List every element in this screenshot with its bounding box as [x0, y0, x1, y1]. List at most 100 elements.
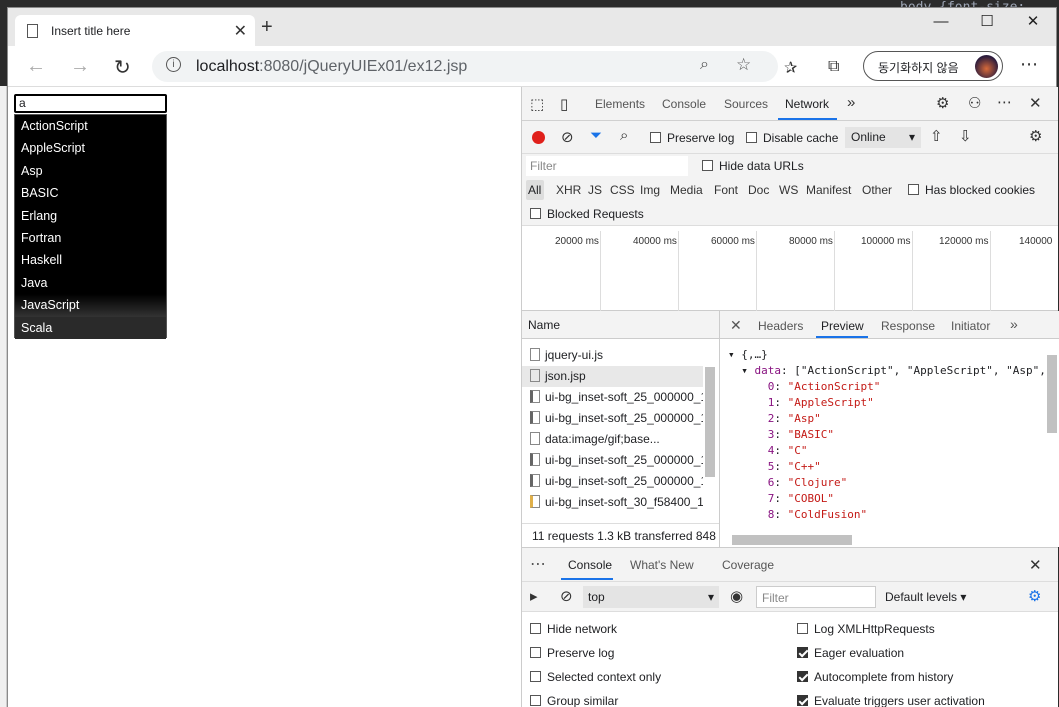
network-timeline[interactable]: 20000 ms 40000 ms 60000 ms 80000 ms 1000… — [522, 226, 1058, 311]
suggestion-item[interactable]: Fortran — [15, 227, 166, 249]
collections-icon[interactable]: ⧉ — [828, 58, 839, 76]
export-har-icon[interactable]: ⇩ — [959, 127, 972, 145]
request-row[interactable]: jquery-ui.js — [522, 345, 703, 366]
console-preserve-log-checkbox[interactable]: Preserve log — [530, 646, 614, 660]
network-filter-input[interactable]: Filter — [526, 156, 688, 176]
eager-evaluation-checkbox[interactable]: Eager evaluation — [797, 646, 904, 660]
request-row[interactable]: ui-bg_inset-soft_25_000000_1 — [522, 471, 703, 492]
group-similar-checkbox[interactable]: Group similar — [530, 694, 618, 707]
blocked-cookies-checkbox[interactable]: Has blocked cookies — [908, 183, 1035, 197]
request-row[interactable]: json.jsp — [522, 366, 703, 387]
suggestion-item[interactable]: Haskell — [15, 249, 166, 271]
throttling-select[interactable]: Online ▾ — [845, 127, 921, 148]
tab-preview[interactable]: Preview — [821, 319, 864, 333]
favorites-icon[interactable]: ✰ — [784, 58, 797, 78]
tab-console[interactable]: Console — [662, 97, 706, 111]
device-toolbar-icon[interactable]: ▯ — [560, 95, 568, 113]
suggestion-item[interactable]: Erlang — [15, 205, 166, 227]
url-field[interactable]: i localhost:8080/jQueryUIEx01/ex12.jsp ⌕… — [152, 51, 778, 82]
zoom-icon[interactable]: ⌕ — [700, 56, 709, 74]
tab-elements[interactable]: Elements — [595, 97, 645, 111]
request-row[interactable]: ui-bg_inset-soft_25_000000_1 — [522, 408, 703, 429]
search-icon[interactable]: ⌕ — [620, 127, 628, 144]
suggestion-item[interactable]: JavaScript — [15, 294, 166, 317]
close-window-button[interactable]: ✕ — [1010, 8, 1056, 38]
filter-icon[interactable]: ⏷ — [590, 127, 602, 144]
clear-console-icon[interactable]: ⊘ — [560, 587, 573, 605]
type-manifest[interactable]: Manifest — [806, 183, 851, 197]
request-row[interactable]: data:image/gif;base... — [522, 429, 703, 450]
request-row[interactable]: ui-bg_inset-soft_25_000000_1 — [522, 387, 703, 408]
request-row[interactable]: ui-bg_inset-soft_25_000000_1 — [522, 450, 703, 471]
evaluate-triggers-checkbox[interactable]: Evaluate triggers user activation — [797, 694, 985, 707]
suggestion-item[interactable]: Java — [15, 272, 166, 294]
tab-coverage[interactable]: Coverage — [722, 558, 774, 572]
tree-root[interactable]: ▾ {,…} — [728, 347, 1046, 363]
log-xhr-checkbox[interactable]: Log XMLHttpRequests — [797, 622, 935, 636]
type-media[interactable]: Media — [670, 183, 703, 197]
sidebar-toggle-icon[interactable]: ▸ — [530, 587, 538, 605]
tab-headers[interactable]: Headers — [758, 319, 803, 333]
inspect-element-icon[interactable]: ⬚ — [530, 95, 544, 113]
suggestion-item[interactable]: BASIC — [15, 182, 166, 204]
tab-network[interactable]: Network — [785, 97, 829, 111]
network-settings-icon[interactable]: ⚙ — [1029, 127, 1042, 145]
favorite-star-icon[interactable]: ☆ — [736, 55, 751, 75]
type-js[interactable]: JS — [588, 183, 602, 197]
more-menu-icon[interactable]: ⋯ — [1020, 54, 1038, 75]
hide-network-checkbox[interactable]: Hide network — [530, 622, 617, 636]
preview-horizontal-scrollbar[interactable] — [732, 535, 852, 545]
request-row[interactable]: ui-bg_inset-soft_30_f58400_1x — [522, 492, 703, 513]
info-icon[interactable]: i — [166, 57, 181, 72]
live-expression-eye-icon[interactable]: ◉ — [730, 587, 743, 605]
suggestion-item[interactable]: ActionScript — [15, 115, 166, 137]
console-settings-icon[interactable]: ⚙ — [1028, 587, 1041, 605]
type-ws[interactable]: WS — [779, 183, 798, 197]
close-tab-icon[interactable]: ✕ — [234, 21, 247, 41]
tab-sources[interactable]: Sources — [724, 97, 768, 111]
type-all[interactable]: All — [526, 180, 544, 200]
suggestion-item[interactable]: Asp — [15, 160, 166, 182]
console-filter-input[interactable]: Filter — [756, 586, 876, 608]
refresh-icon[interactable]: ↻ — [114, 55, 131, 80]
new-tab-button[interactable]: + — [261, 17, 273, 37]
minimize-button[interactable]: — — [918, 8, 964, 38]
close-detail-icon[interactable]: ✕ — [730, 317, 742, 334]
settings-gear-icon[interactable]: ⚙ — [936, 94, 949, 112]
suggestion-item[interactable]: AppleScript — [15, 137, 166, 159]
forward-icon[interactable]: → — [70, 55, 90, 78]
type-font[interactable]: Font — [714, 183, 738, 197]
context-select[interactable]: top ▾ — [583, 586, 719, 608]
autocomplete-input[interactable]: a — [14, 94, 167, 113]
blocked-requests-checkbox[interactable]: Blocked Requests — [530, 207, 644, 221]
clear-icon[interactable]: ⊘ — [561, 128, 574, 146]
record-icon[interactable] — [532, 131, 545, 144]
type-other[interactable]: Other — [862, 183, 892, 197]
selected-context-only-checkbox[interactable]: Selected context only — [530, 670, 661, 684]
autocomplete-history-checkbox[interactable]: Autocomplete from history — [797, 670, 953, 684]
type-doc[interactable]: Doc — [748, 183, 769, 197]
drawer-menu-icon[interactable]: ⋯ — [530, 554, 546, 574]
browser-tab[interactable]: Insert title here ✕ — [15, 15, 255, 46]
feedback-icon[interactable]: ⚇ — [968, 94, 981, 112]
disable-cache-checkbox[interactable]: Disable cache — [746, 131, 838, 145]
tab-response[interactable]: Response — [881, 319, 935, 333]
type-css[interactable]: CSS — [610, 183, 635, 197]
suggestion-item[interactable]: Scala — [15, 316, 166, 339]
tab-drawer-console[interactable]: Console — [568, 558, 612, 572]
more-tabs-icon[interactable]: » — [847, 94, 855, 111]
close-devtools-icon[interactable]: ✕ — [1029, 94, 1042, 112]
tree-data-node[interactable]: ▾ data: ["ActionScript", "AppleScript", … — [728, 363, 1046, 379]
tab-initiator[interactable]: Initiator — [951, 319, 990, 333]
request-list-scrollbar[interactable] — [705, 367, 715, 477]
hide-data-urls-checkbox[interactable]: Hide data URLs — [702, 159, 804, 173]
back-icon[interactable]: ← — [26, 55, 46, 78]
maximize-button[interactable]: ☐ — [964, 8, 1010, 38]
customize-menu-icon[interactable]: ⋯ — [997, 93, 1012, 111]
type-xhr[interactable]: XHR — [556, 183, 581, 197]
preview-vertical-scrollbar[interactable] — [1047, 355, 1057, 433]
tab-whats-new[interactable]: What's New — [630, 558, 694, 572]
sync-profile-button[interactable]: 동기화하지 않음 — [863, 51, 1003, 81]
type-img[interactable]: Img — [640, 183, 660, 197]
more-detail-tabs-icon[interactable]: » — [1010, 316, 1018, 332]
